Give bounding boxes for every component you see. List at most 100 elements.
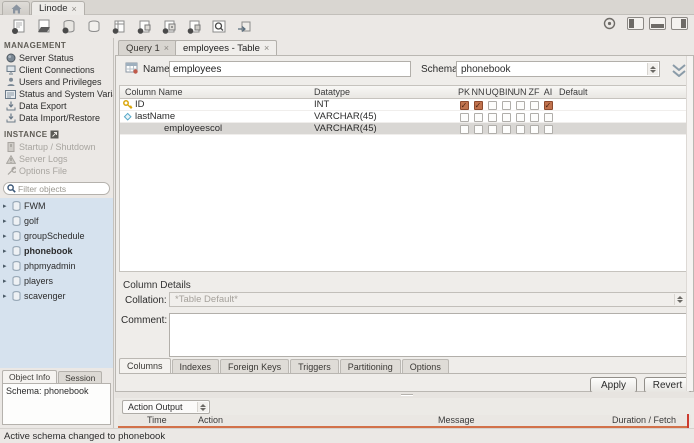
schema-item-fwm[interactable]: ▸ FWM [0, 198, 113, 213]
home-tab[interactable] [2, 1, 30, 15]
schema-item-phonebook[interactable]: ▸ phonebook [0, 243, 113, 258]
col-header-pk[interactable]: PK [457, 87, 471, 97]
new-schema-icon[interactable] [60, 18, 78, 35]
output-col-duration[interactable]: Duration / Fetch [612, 415, 690, 425]
comment-textarea[interactable] [169, 313, 687, 357]
stepper-icon[interactable] [674, 294, 685, 305]
output-col-action[interactable]: Action [198, 415, 223, 425]
sidebar-item-server-logs[interactable]: Server Logs [0, 153, 113, 165]
col-header-datatype[interactable]: Datatype [314, 87, 350, 97]
open-sql-script-icon[interactable] [35, 18, 53, 35]
apply-button[interactable]: Apply [590, 377, 637, 393]
reconnect-dbms-icon[interactable] [235, 18, 253, 35]
tab-foreign-keys[interactable]: Foreign Keys [220, 359, 290, 373]
toggle-bottom-panel-icon[interactable] [649, 17, 666, 30]
new-event-icon[interactable] [185, 18, 203, 35]
pk-checkbox[interactable] [459, 113, 469, 122]
col-header-bin[interactable]: BIN [499, 87, 514, 97]
schema-item-players[interactable]: ▸ players [0, 273, 113, 288]
tab-session[interactable]: Session [58, 371, 103, 383]
expander-icon[interactable]: ▸ [3, 277, 9, 285]
col-header-default[interactable]: Default [559, 87, 588, 97]
pk-checkbox[interactable] [459, 101, 469, 110]
col-header-nn[interactable]: NN [471, 87, 485, 97]
close-icon[interactable]: × [264, 43, 269, 53]
collation-select[interactable]: *Table Default* [169, 292, 687, 307]
bin-checkbox[interactable] [501, 113, 511, 122]
schema-item-scavenger[interactable]: ▸ scavenger [0, 288, 113, 303]
column-row-lastname[interactable]: lastName VARCHAR(45) [120, 111, 686, 123]
new-function-icon[interactable] [160, 18, 178, 35]
tab-object-info[interactable]: Object Info [2, 370, 58, 383]
tab-employees-table[interactable]: employees - Table × [175, 40, 278, 55]
expander-icon[interactable]: ▸ [3, 292, 9, 300]
table-name-input[interactable] [169, 61, 411, 77]
sidebar-item-options-file[interactable]: Options File [0, 165, 113, 177]
sidebar-item-server-status[interactable]: Server Status [0, 52, 113, 64]
revert-button[interactable]: Revert [644, 377, 691, 393]
output-col-time[interactable]: Time [147, 415, 167, 425]
ai-checkbox[interactable] [543, 125, 553, 134]
stepper-icon[interactable] [647, 63, 658, 75]
col-header-zf[interactable]: ZF [527, 87, 541, 97]
uq-checkbox[interactable] [487, 113, 497, 122]
sidebar-item-users-privileges[interactable]: Users and Privileges [0, 76, 113, 88]
new-table-icon[interactable] [85, 18, 103, 35]
expander-icon[interactable]: ▸ [3, 232, 9, 240]
schema-select[interactable]: phonebook [456, 61, 660, 77]
tab-triggers[interactable]: Triggers [290, 359, 339, 373]
col-header-un[interactable]: UN [513, 87, 527, 97]
stepper-icon[interactable] [197, 402, 208, 412]
toggle-left-panel-icon[interactable] [627, 17, 644, 30]
sidebar-item-startup-shutdown[interactable]: Startup / Shutdown [0, 141, 113, 153]
editor-scrollbar[interactable] [686, 56, 693, 391]
schema-item-groupschedule[interactable]: ▸ groupSchedule [0, 228, 113, 243]
sidebar-item-data-export[interactable]: Data Export [0, 100, 113, 112]
toggle-right-panel-icon[interactable] [671, 17, 688, 30]
zf-checkbox[interactable] [529, 101, 539, 110]
tab-indexes[interactable]: Indexes [171, 359, 220, 373]
bin-checkbox[interactable] [501, 125, 511, 134]
sidebar-item-data-import[interactable]: Data Import/Restore [0, 112, 113, 124]
sidebar-item-client-connections[interactable]: Client Connections [0, 64, 113, 76]
col-header-ai[interactable]: AI [541, 87, 555, 97]
nn-checkbox[interactable] [473, 113, 483, 122]
output-selector[interactable]: Action Output [122, 400, 210, 414]
col-header-name[interactable]: Column Name [125, 87, 183, 97]
ai-checkbox[interactable] [543, 113, 553, 122]
schema-filter-input[interactable] [18, 183, 106, 194]
expander-icon[interactable]: ▸ [3, 217, 9, 225]
un-checkbox[interactable] [515, 125, 525, 134]
close-icon[interactable]: × [72, 4, 77, 14]
tab-columns[interactable]: Columns [119, 358, 171, 373]
new-procedure-icon[interactable] [135, 18, 153, 35]
uq-checkbox[interactable] [487, 125, 497, 134]
new-sql-tab-icon[interactable] [10, 18, 28, 35]
expander-icon[interactable]: ▸ [3, 247, 9, 255]
pk-checkbox[interactable] [459, 125, 469, 134]
col-header-uq[interactable]: UQ [485, 87, 499, 97]
column-row-employeescol[interactable]: employeescol VARCHAR(45) [120, 123, 686, 135]
nn-checkbox[interactable] [473, 125, 483, 134]
column-row-id[interactable]: ID INT [120, 99, 686, 111]
tab-partitioning[interactable]: Partitioning [339, 359, 401, 373]
ai-checkbox[interactable] [543, 101, 553, 110]
close-icon[interactable]: × [164, 43, 169, 53]
nn-checkbox[interactable] [473, 101, 483, 110]
bin-checkbox[interactable] [501, 101, 511, 110]
schema-filter[interactable] [3, 182, 110, 195]
uq-checkbox[interactable] [487, 101, 497, 110]
search-table-data-icon[interactable] [210, 18, 228, 35]
un-checkbox[interactable] [515, 113, 525, 122]
expander-icon[interactable]: ▸ [3, 262, 9, 270]
connection-tab-linode[interactable]: Linode × [31, 1, 85, 15]
zf-checkbox[interactable] [529, 113, 539, 122]
sidebar-item-system-variables[interactable]: Status and System Variables [0, 88, 113, 100]
new-view-icon[interactable] [110, 18, 128, 35]
zf-checkbox[interactable] [529, 125, 539, 134]
output-col-message[interactable]: Message [438, 415, 475, 425]
schema-item-golf[interactable]: ▸ golf [0, 213, 113, 228]
tab-options[interactable]: Options [401, 359, 449, 373]
tab-query-1[interactable]: Query 1 × [118, 40, 178, 55]
expander-icon[interactable]: ▸ [3, 202, 9, 210]
